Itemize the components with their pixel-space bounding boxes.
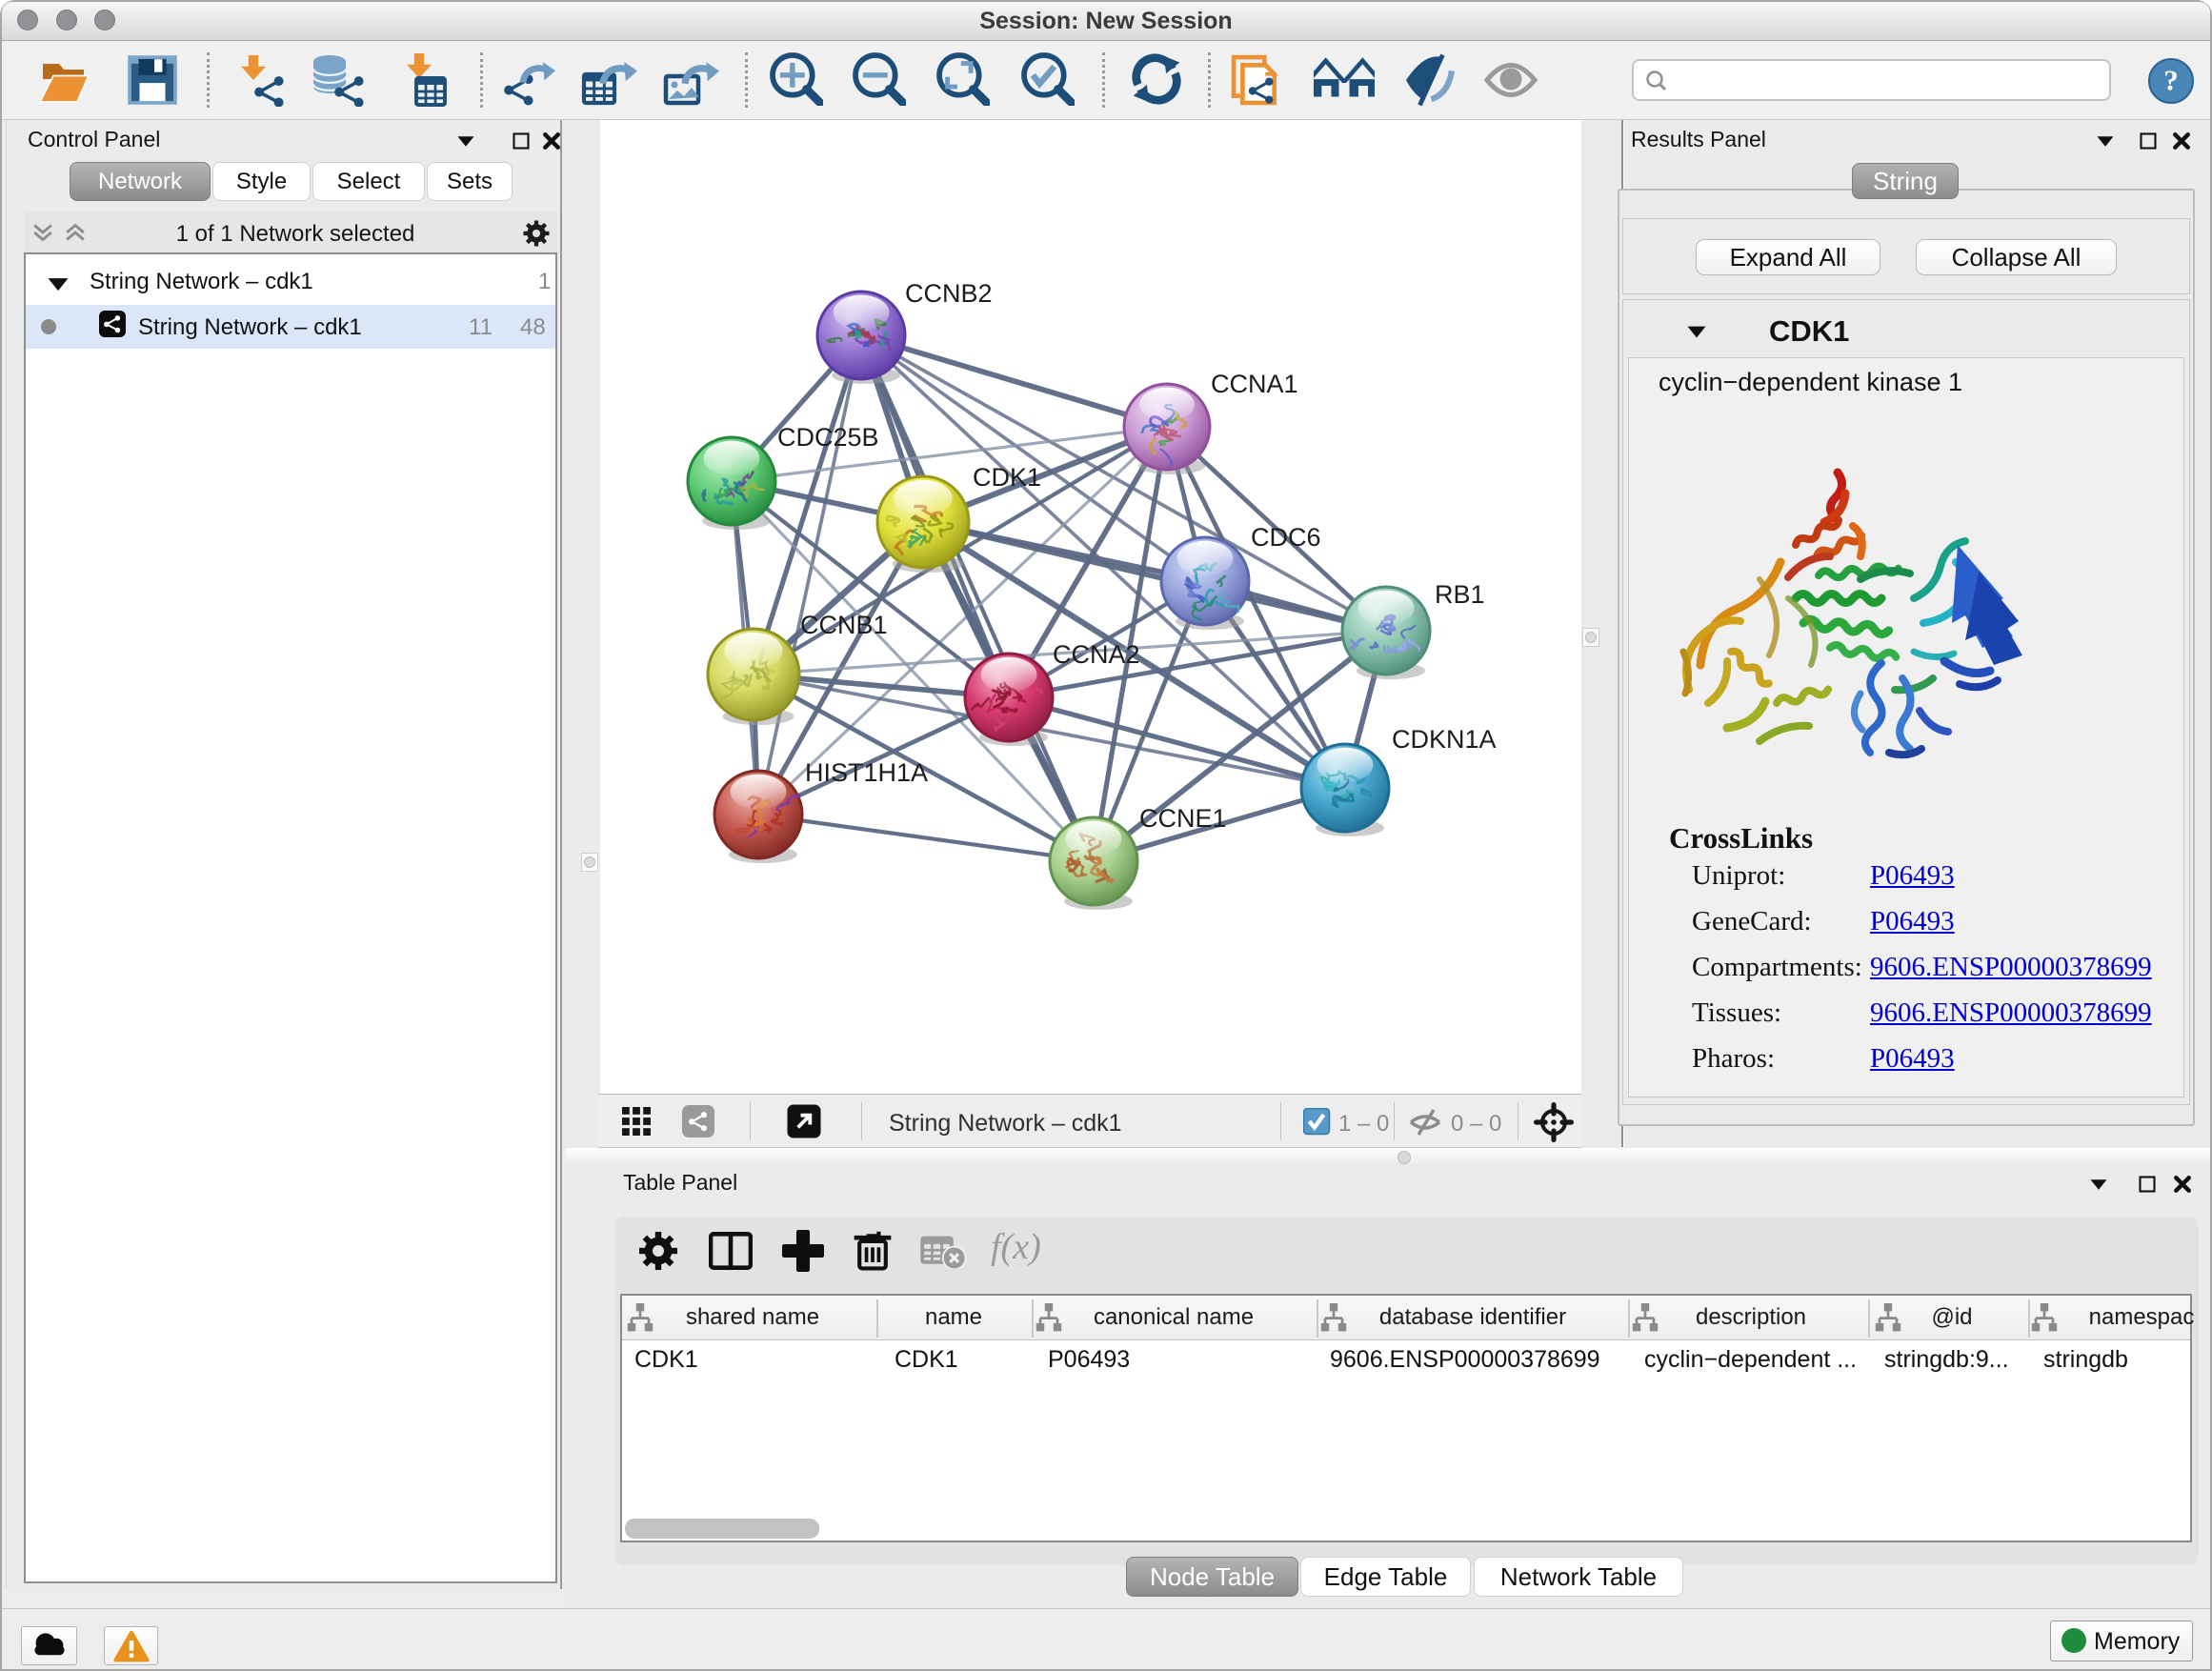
svg-text:HIST1H1A: HIST1H1A xyxy=(805,758,928,787)
svg-text:CDK1: CDK1 xyxy=(973,463,1041,492)
svg-text:CCNB1: CCNB1 xyxy=(800,611,888,639)
svg-text:CDC25B: CDC25B xyxy=(777,423,879,452)
svg-text:?: ? xyxy=(2163,64,2179,97)
svg-text:CCNE1: CCNE1 xyxy=(1139,804,1227,833)
svg-text:RB1: RB1 xyxy=(1435,580,1485,609)
svg-text:CDC6: CDC6 xyxy=(1251,523,1321,552)
svg-text:CCNA1: CCNA1 xyxy=(1211,370,1298,398)
svg-text:CCNA2: CCNA2 xyxy=(1053,640,1140,669)
svg-text:CDKN1A: CDKN1A xyxy=(1392,725,1497,754)
svg-text:CCNB2: CCNB2 xyxy=(905,279,993,308)
